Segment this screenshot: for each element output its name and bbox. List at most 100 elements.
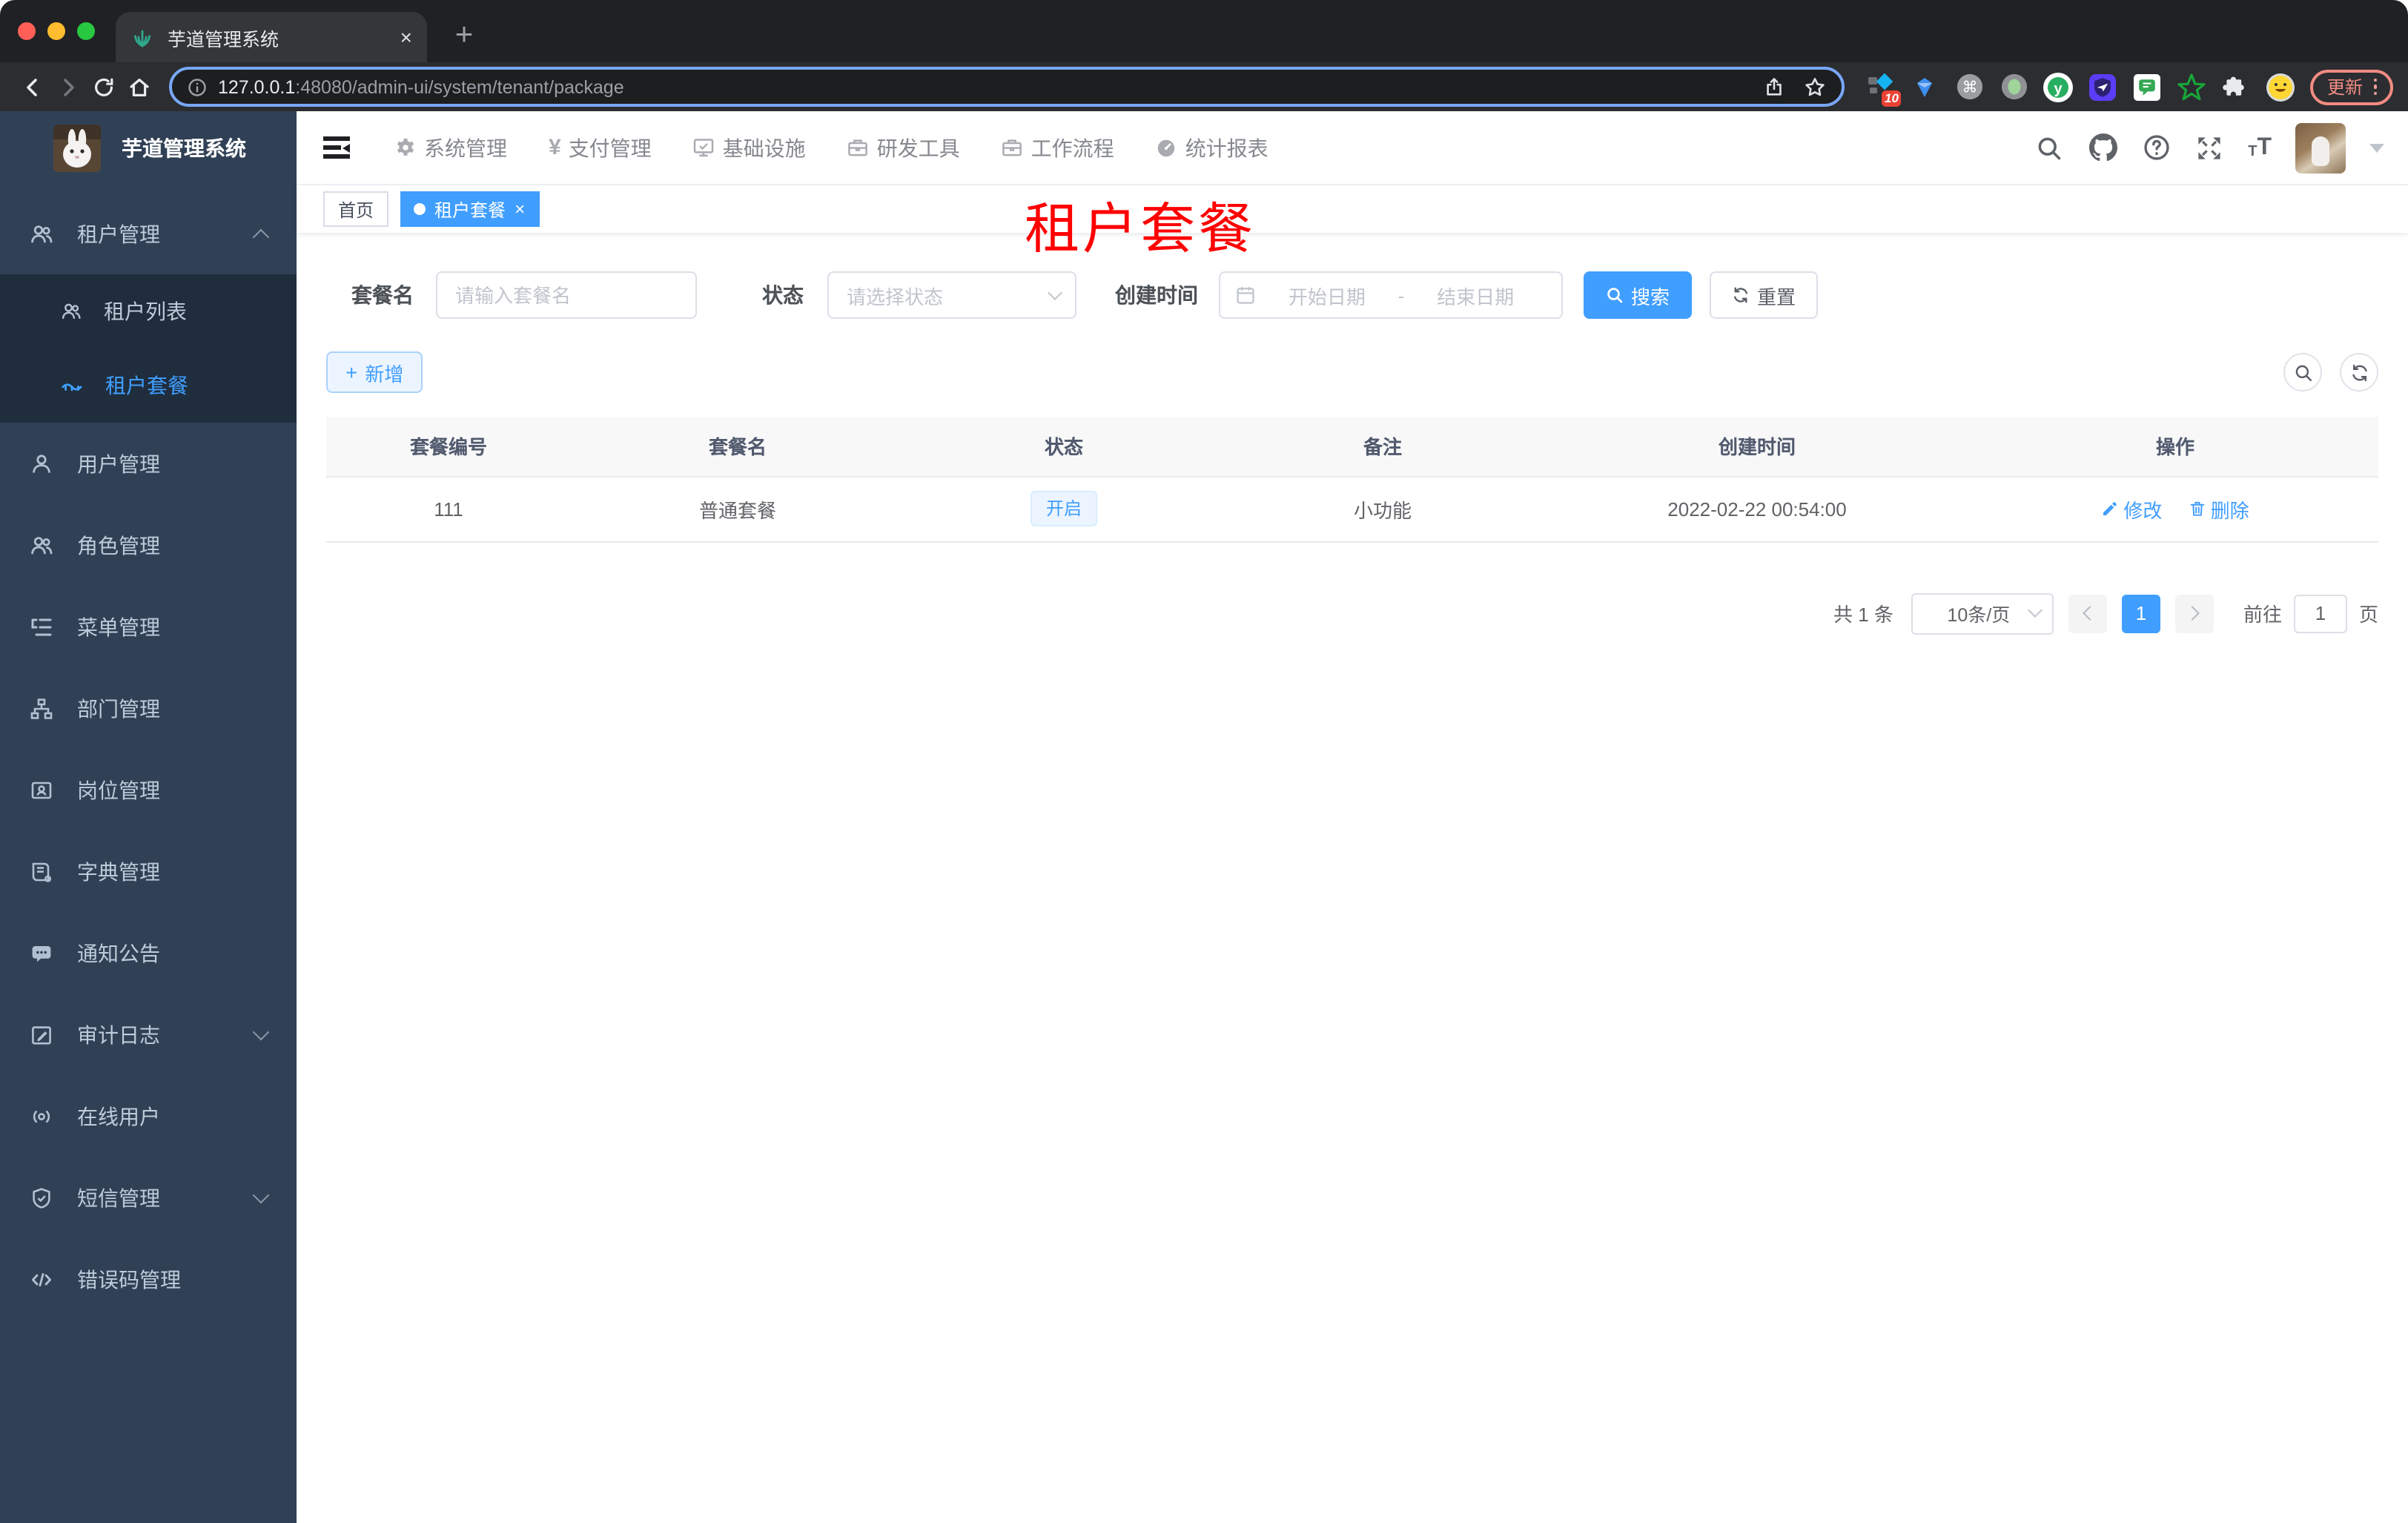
tag-home[interactable]: 首页 (323, 191, 389, 227)
status-badge: 开启 (1031, 491, 1096, 526)
table-row: 111 普通套餐 开启 小功能 2022-02-22 00:54:00 修改 删… (326, 476, 2378, 542)
sidebar-item-error-code[interactable]: 错误码管理 (0, 1238, 297, 1320)
pagination: 共 1 条 10条/页 1 前往 页 (326, 592, 2378, 634)
user-avatar[interactable] (2295, 122, 2346, 173)
dashboard-icon (1158, 139, 1175, 157)
sidebar-item-user-management[interactable]: 用户管理 (0, 423, 297, 504)
sidebar-item-audit-log[interactable]: 审计日志 (0, 994, 297, 1075)
message-bubble-icon (32, 945, 51, 962)
update-label: 更新 (2326, 77, 2363, 98)
window-minimize-button[interactable] (47, 22, 65, 40)
extension-shield-icon[interactable] (2088, 72, 2118, 102)
tab-close-icon[interactable]: × (400, 27, 412, 47)
browser-tab[interactable]: 芋道管理系统 × (116, 12, 427, 62)
font-size-icon[interactable]: TT (2248, 135, 2272, 159)
avatar-dropdown-caret-icon[interactable] (2369, 143, 2384, 152)
fullscreen-icon[interactable] (2194, 133, 2224, 162)
new-tab-button[interactable]: + (442, 13, 486, 58)
refresh-icon (2352, 363, 2366, 381)
search-button[interactable]: 搜索 (1584, 271, 1693, 319)
sidebar-item-notice[interactable]: 通知公告 (0, 912, 297, 994)
column-header-created: 创建时间 (1542, 417, 1972, 477)
chevron-down-icon (252, 1186, 270, 1204)
tag-close-icon[interactable]: × (515, 200, 525, 218)
goto-page-input[interactable] (2293, 594, 2347, 632)
extension-command-icon[interactable]: ⌘ (1955, 72, 1985, 102)
prev-page-button[interactable] (2068, 594, 2107, 632)
sidebar-item-dept-management[interactable]: 部门管理 (0, 667, 297, 749)
github-icon[interactable] (2088, 133, 2117, 162)
extension-diamond-icon[interactable]: 10 (1866, 72, 1902, 106)
sidebar-collapse-icon[interactable] (323, 136, 350, 159)
extension-star-icon[interactable] (2177, 72, 2207, 102)
nav-item-reports[interactable]: 统计报表 (1156, 133, 1268, 162)
edit-link[interactable]: 修改 (2101, 495, 2162, 523)
back-button[interactable] (15, 69, 50, 105)
delete-link[interactable]: 删除 (2189, 495, 2249, 523)
page-content: 套餐名 状态 请选择状态 创建时间 开始日期 - 结束日期 (297, 233, 2408, 1523)
sidebar-item-tenant-list[interactable]: 租户列表 (0, 274, 297, 348)
sidebar-item-label: 部门管理 (77, 696, 160, 720)
pencil-icon (2103, 502, 2117, 515)
date-range-picker[interactable]: 开始日期 - 结束日期 (1219, 271, 1563, 319)
tags-view-bar: 首页 租户套餐 × (297, 185, 2408, 233)
tag-label: 首页 (338, 199, 374, 220)
sidebar-item-label: 菜单管理 (77, 615, 160, 638)
home-button[interactable] (122, 69, 157, 105)
sidebar-item-label: 租户列表 (104, 300, 187, 323)
sidebar-item-post-management[interactable]: 岗位管理 (0, 749, 297, 830)
url-bar[interactable]: 127.0.0.1:48080/admin-ui/system/tenant/p… (169, 67, 1845, 107)
reload-button[interactable] (86, 69, 122, 105)
add-button[interactable]: + 新增 (326, 351, 423, 393)
plus-icon: + (345, 360, 358, 384)
sidebar-item-menu-management[interactable]: 菜单管理 (0, 586, 297, 667)
share-icon[interactable] (1764, 76, 1786, 98)
help-icon[interactable] (2141, 133, 2171, 162)
site-info-icon[interactable] (187, 76, 208, 97)
edit-label: 修改 (2123, 499, 2163, 521)
extension-grey-dot-icon[interactable] (2000, 72, 2029, 102)
status-select[interactable]: 请选择状态 (827, 271, 1076, 319)
packages-table: 套餐编号 套餐名 状态 备注 创建时间 操作 111 普通套餐 开启 小功能 2… (326, 417, 2378, 542)
refresh-table-button[interactable] (2340, 353, 2378, 392)
browser-update-menu[interactable]: 更新 (2310, 69, 2393, 105)
sidebar-item-role-management[interactable]: 角色管理 (0, 504, 297, 586)
nav-item-dev-tools[interactable]: 研发工具 (847, 133, 960, 162)
window-close-button[interactable] (18, 22, 36, 40)
sidebar-item-online-users[interactable]: 在线用户 (0, 1075, 297, 1157)
sidebar-item-sms-management[interactable]: 短信管理 (0, 1157, 297, 1238)
nav-label: 研发工具 (876, 136, 960, 159)
extensions-puzzle-icon[interactable] (2222, 72, 2252, 102)
reset-button[interactable]: 重置 (1710, 271, 1819, 319)
search-icon[interactable] (2034, 133, 2064, 162)
add-button-label: 新增 (365, 363, 404, 385)
screen: 芋道管理系统 × + 127.0.0.1:48080/admin-ui/syst… (0, 0, 2408, 1523)
nav-item-infrastructure[interactable]: 基础设施 (693, 133, 806, 162)
tab-title: 芋道管理系统 (168, 29, 280, 50)
forward-button[interactable] (50, 69, 86, 105)
tag-tenant-package[interactable]: 租户套餐 × (400, 191, 540, 227)
sidebar-item-label: 租户套餐 (105, 374, 188, 397)
column-header-name: 套餐名 (571, 417, 904, 477)
nav-item-workflow[interactable]: 工作流程 (1002, 133, 1114, 162)
next-page-button[interactable] (2174, 594, 2214, 632)
extension-y-green-icon[interactable]: y (2043, 72, 2074, 102)
sidebar-item-tenant-package[interactable]: 租户套餐 (0, 348, 297, 423)
nav-item-payment[interactable]: ¥ 支付管理 (549, 133, 652, 162)
bookmark-star-icon[interactable] (1804, 75, 1828, 99)
app-logo[interactable]: 芋道管理系统 (0, 111, 297, 185)
status-label: 状态 (762, 283, 804, 307)
logo-rabbit-image (53, 125, 101, 172)
delete-label: 删除 (2210, 499, 2249, 521)
nav-item-system[interactable]: 系统管理 (394, 133, 507, 162)
page-size-select[interactable]: 10条/页 (1911, 592, 2054, 634)
window-zoom-button[interactable] (77, 22, 95, 40)
extension-gem-icon[interactable] (1911, 72, 1940, 102)
extension-chat-icon[interactable] (2133, 72, 2163, 102)
current-page-button[interactable]: 1 (2121, 594, 2160, 632)
sidebar-item-dict-management[interactable]: 字典管理 (0, 830, 297, 912)
profile-avatar-icon[interactable] (2266, 72, 2296, 102)
package-name-input[interactable] (436, 271, 697, 319)
toggle-search-button[interactable] (2283, 353, 2322, 392)
sidebar-item-tenant-management[interactable]: 租户管理 (0, 193, 297, 274)
